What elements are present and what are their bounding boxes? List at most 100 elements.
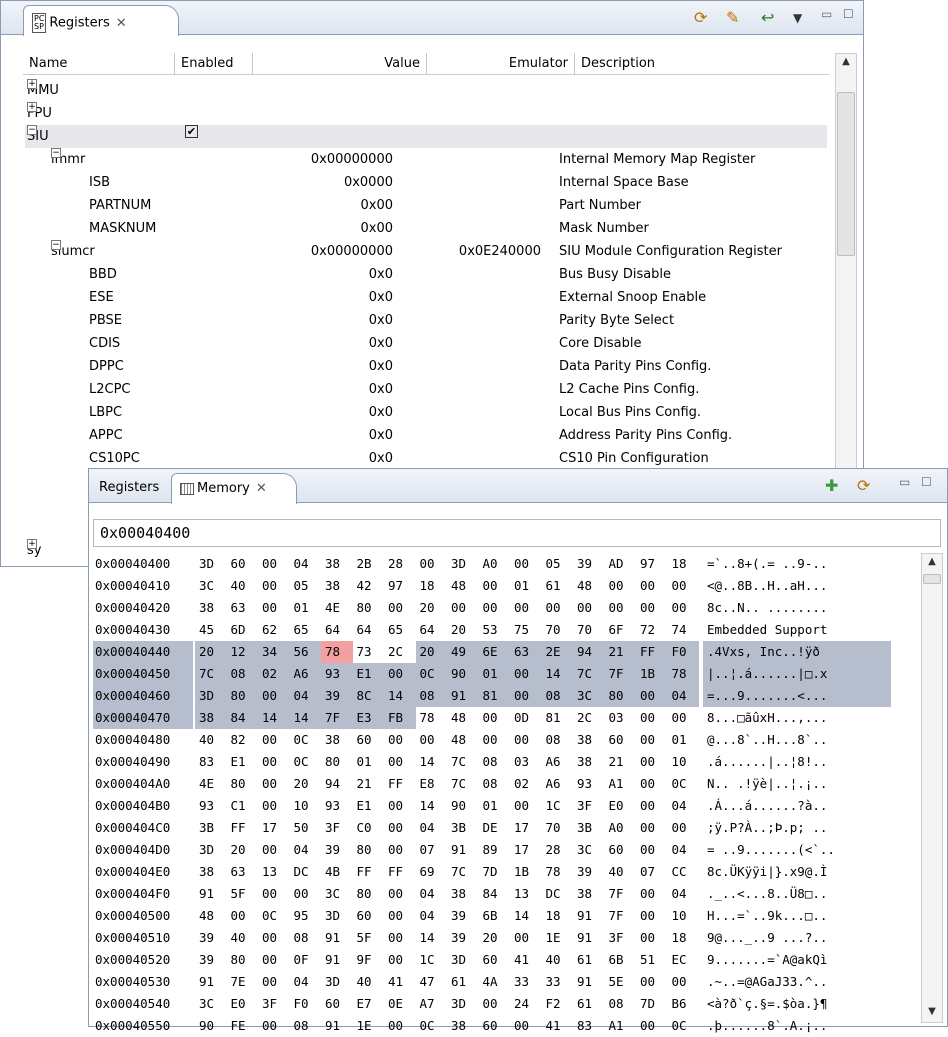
memory-byte[interactable]: 78 — [667, 663, 699, 685]
memory-byte[interactable]: 50 — [290, 817, 322, 839]
memory-byte[interactable]: 00 — [636, 773, 668, 795]
memory-byte[interactable]: 3F — [258, 993, 290, 1015]
register-row[interactable]: − immr 0x00000000 Internal Memory Map Regis… — [25, 148, 827, 171]
memory-ascii[interactable]: .þ......8`.A.¡.. — [703, 1015, 891, 1037]
memory-byte[interactable]: 39 — [573, 861, 605, 883]
memory-byte[interactable]: 20 — [447, 619, 479, 641]
memory-byte[interactable]: 14 — [510, 905, 542, 927]
memory-byte[interactable]: 7F — [605, 883, 637, 905]
memory-byte[interactable]: 02 — [510, 773, 542, 795]
memory-byte[interactable]: 60 — [605, 729, 637, 751]
memory-byte[interactable]: 95 — [290, 905, 322, 927]
memory-byte[interactable]: 91 — [573, 927, 605, 949]
memory-byte[interactable]: 48 — [573, 575, 605, 597]
memory-byte[interactable]: 7F — [321, 707, 353, 729]
memory-byte[interactable]: 91 — [447, 839, 479, 861]
memory-byte[interactable]: A7 — [416, 993, 448, 1015]
memory-byte[interactable]: 38 — [447, 1015, 479, 1037]
refresh-icon[interactable]: ⟳ — [694, 9, 707, 27]
memory-byte[interactable]: 00 — [636, 927, 668, 949]
register-value[interactable]: 0x00 — [360, 217, 393, 240]
memory-byte[interactable]: 5E — [605, 971, 637, 993]
memory-byte[interactable]: 0C — [668, 773, 700, 795]
memory-byte[interactable]: 1C — [416, 949, 448, 971]
memory-byte[interactable]: 94 — [573, 641, 605, 663]
memory-ascii[interactable]: 8c.ÜKÿÿi|}.x9@.Ì — [703, 861, 891, 883]
memory-byte[interactable]: 60 — [605, 839, 637, 861]
expand-icon[interactable]: + — [27, 539, 37, 549]
memory-byte[interactable]: 00 — [416, 553, 448, 575]
memory-byte[interactable]: 00 — [636, 597, 668, 619]
memory-byte[interactable]: AD — [605, 553, 637, 575]
memory-byte[interactable]: 5F — [227, 883, 259, 905]
memory-byte[interactable]: 39 — [195, 927, 227, 949]
memory-byte[interactable]: 7D — [636, 993, 668, 1015]
memory-byte[interactable]: 00 — [605, 575, 637, 597]
memory-byte[interactable]: 39 — [447, 905, 479, 927]
memory-byte[interactable]: 4A — [479, 971, 511, 993]
memory-byte[interactable]: 0D — [510, 707, 542, 729]
memory-byte[interactable]: 64 — [353, 619, 385, 641]
memory-byte[interactable]: 08 — [290, 927, 322, 949]
memory-byte[interactable]: 01 — [478, 663, 510, 685]
memory-byte[interactable]: FF — [227, 817, 259, 839]
memory-byte[interactable]: 6E — [478, 641, 510, 663]
memory-byte[interactable]: 04 — [668, 795, 700, 817]
minimize-icon[interactable]: ▭ — [899, 475, 910, 489]
memory-byte[interactable]: 14 — [416, 927, 448, 949]
scroll-down-icon[interactable]: ▼ — [922, 1004, 942, 1022]
memory-byte[interactable]: 00 — [258, 971, 290, 993]
refresh-icon[interactable]: ⟳ — [857, 477, 870, 495]
memory-byte[interactable]: 0C — [258, 905, 290, 927]
register-row[interactable]: PBSE 0x0 Parity Byte Select — [25, 309, 827, 332]
memory-byte[interactable]: 14 — [416, 751, 448, 773]
memory-byte[interactable]: 3D — [195, 685, 227, 707]
memory-byte[interactable]: 00 — [510, 597, 542, 619]
memory-byte[interactable]: DC — [542, 883, 574, 905]
register-value[interactable]: 0x00 — [360, 194, 393, 217]
register-row[interactable]: CS10PC 0x0 CS10 Pin Configuration — [25, 447, 827, 470]
memory-byte[interactable]: 2C — [384, 641, 416, 663]
column-header-description[interactable]: Description — [575, 53, 837, 75]
memory-byte[interactable]: 6B — [479, 905, 511, 927]
memory-byte[interactable]: FF — [384, 861, 416, 883]
memory-byte[interactable]: 40 — [542, 949, 574, 971]
memory-byte[interactable]: 08 — [542, 729, 574, 751]
memory-byte[interactable]: 08 — [226, 663, 258, 685]
memory-byte[interactable]: 00 — [258, 927, 290, 949]
memory-byte[interactable]: 38 — [321, 553, 353, 575]
memory-byte[interactable]: C1 — [227, 795, 259, 817]
memory-byte[interactable]: 00 — [668, 817, 700, 839]
memory-byte[interactable]: 00 — [636, 751, 668, 773]
memory-byte[interactable]: 00 — [636, 883, 668, 905]
memory-byte[interactable]: FF — [384, 773, 416, 795]
register-value[interactable]: 0x0 — [369, 424, 393, 447]
memory-byte[interactable]: A0 — [605, 817, 637, 839]
memory-byte[interactable]: 40 — [227, 927, 259, 949]
memory-byte[interactable]: 51 — [636, 949, 668, 971]
memory-byte[interactable]: 00 — [258, 883, 290, 905]
memory-byte[interactable]: 10 — [668, 905, 700, 927]
memory-byte[interactable]: 00 — [636, 905, 668, 927]
memory-byte[interactable]: 65 — [384, 619, 416, 641]
memory-byte[interactable]: 04 — [416, 817, 448, 839]
memory-byte[interactable]: 0E — [384, 993, 416, 1015]
memory-byte[interactable]: 00 — [636, 729, 668, 751]
memory-byte[interactable]: E1 — [353, 795, 385, 817]
memory-ascii[interactable]: 8c..N.. ........ — [703, 597, 891, 619]
memory-byte[interactable]: 7C — [447, 751, 479, 773]
memory-byte[interactable]: 8C — [352, 685, 384, 707]
memory-byte[interactable]: 14 — [541, 663, 573, 685]
memory-byte[interactable]: 3C — [573, 839, 605, 861]
memory-byte[interactable]: 14 — [258, 707, 290, 729]
memory-byte[interactable]: 48 — [447, 729, 479, 751]
memory-byte[interactable]: 12 — [226, 641, 258, 663]
memory-byte[interactable]: 20 — [195, 641, 227, 663]
memory-byte[interactable]: 3B — [195, 817, 227, 839]
memory-byte[interactable]: 01 — [510, 575, 542, 597]
memory-byte[interactable]: 4E — [195, 773, 227, 795]
memory-byte[interactable]: 53 — [479, 619, 511, 641]
memory-byte[interactable]: 08 — [479, 751, 511, 773]
memory-byte[interactable]: 91 — [321, 949, 353, 971]
memory-byte[interactable]: 6D — [227, 619, 259, 641]
